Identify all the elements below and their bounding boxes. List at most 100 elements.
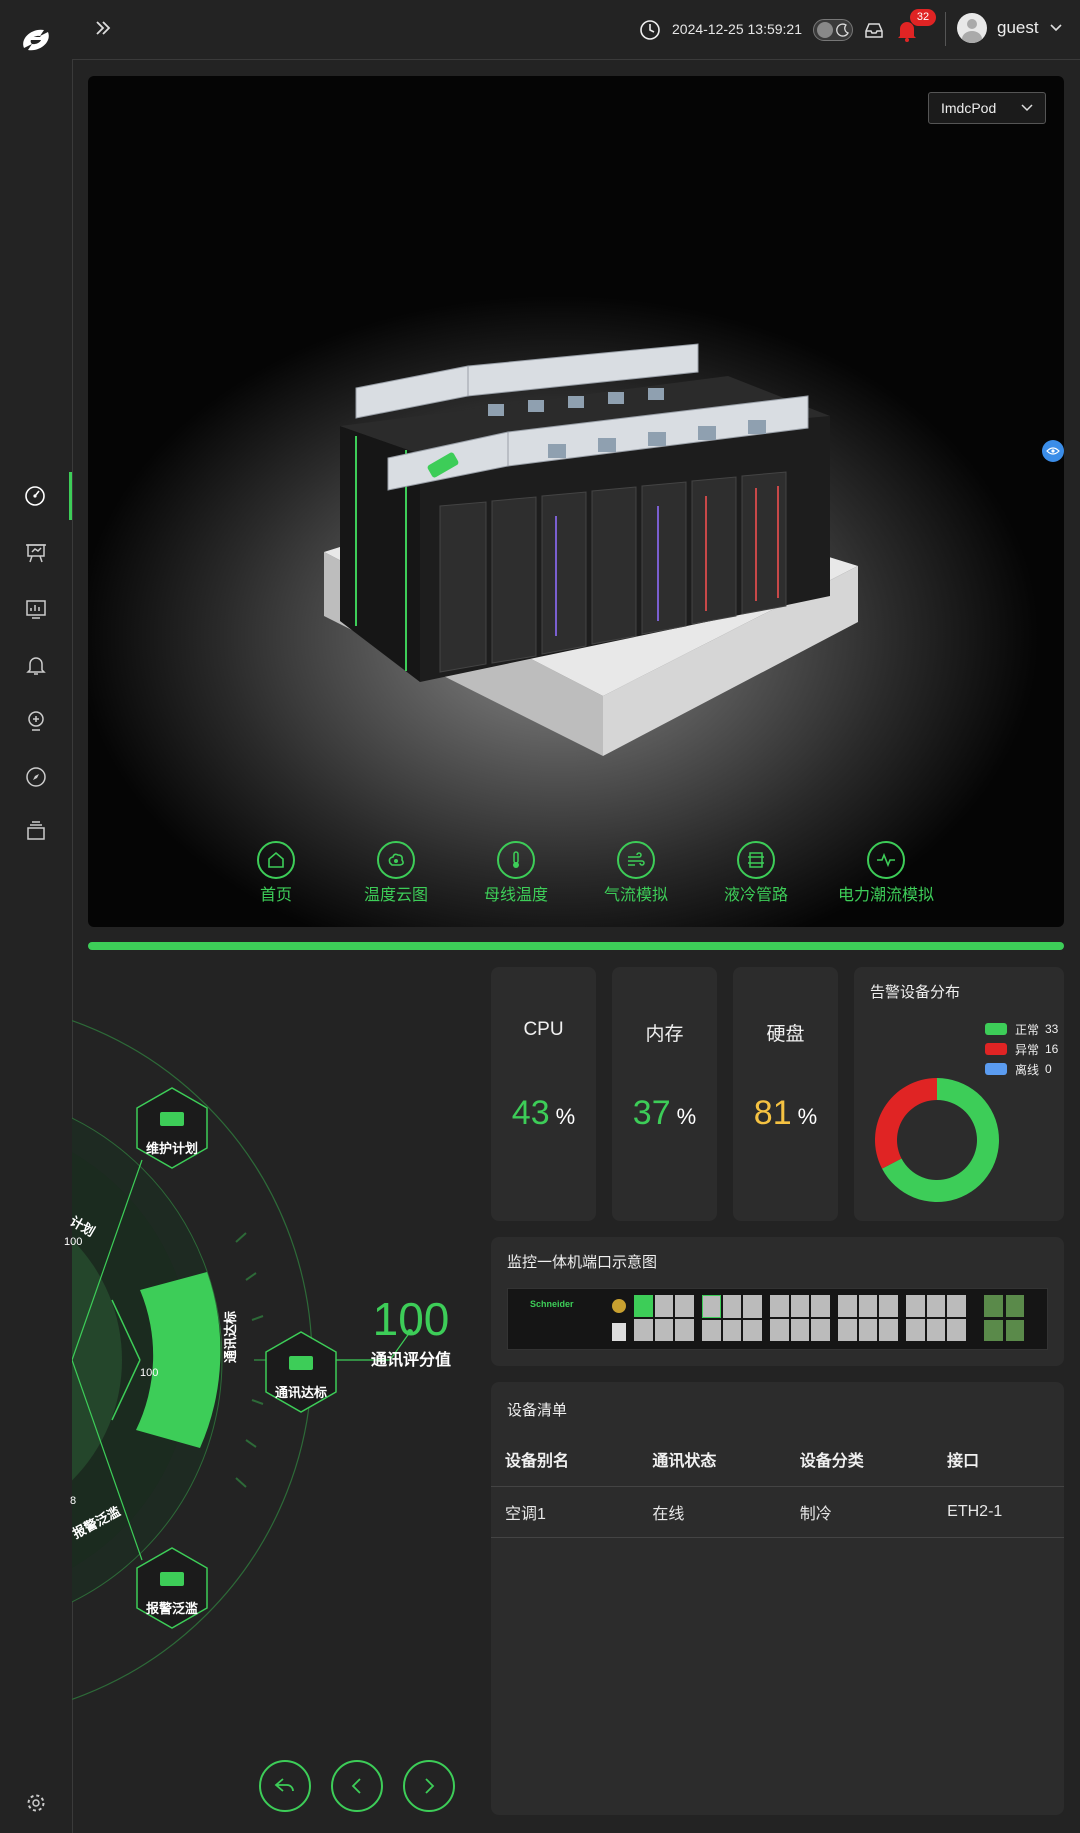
legend-value: 16 bbox=[1045, 1042, 1059, 1056]
memory-value-row: 37% bbox=[612, 1094, 717, 1133]
gauge-icon bbox=[24, 486, 45, 506]
top-bar: 2024-12-25 13:59:21 32 guest bbox=[72, 0, 1080, 60]
chevron-down-icon bbox=[1021, 104, 1033, 112]
legend-swatch bbox=[985, 1063, 1007, 1075]
previous-button[interactable] bbox=[331, 1760, 383, 1812]
power-flow-icon bbox=[867, 841, 905, 879]
data-center-pod-model[interactable] bbox=[88, 76, 1064, 927]
legend-value: 0 bbox=[1045, 1062, 1052, 1076]
partial-label-alarm-value: 8 bbox=[70, 1495, 77, 1507]
table-cell: 空调1 bbox=[491, 1486, 639, 1538]
sidebar-item-location[interactable] bbox=[0, 697, 72, 745]
alarm-distribution-card: 告警设备分布 正常 33 异常 16 离线 0 bbox=[854, 967, 1064, 1221]
sidebar-item-layers[interactable] bbox=[0, 807, 72, 855]
score-wheel-panel: 维护计划 通讯达标 报警泛滥 通讯达标 100 计划 100 报警泛滥 8 10… bbox=[64, 960, 472, 1833]
sidebar bbox=[0, 0, 73, 1833]
table-cell: 在线 bbox=[638, 1486, 786, 1538]
theme-toggle[interactable] bbox=[813, 19, 853, 41]
loading-progress-bar bbox=[88, 942, 1064, 950]
sidebar-item-dashboard[interactable] bbox=[0, 472, 72, 520]
disk-label: 硬盘 bbox=[766, 1024, 805, 1045]
alarm-donut-chart[interactable] bbox=[874, 1077, 1000, 1203]
device-table-wrapper: 设备别名 通讯状态 设备分类 接口 空调1 在线 制冷 ETH2-1 bbox=[491, 1432, 1064, 1538]
gear-icon bbox=[27, 1794, 45, 1812]
legend-label: 异常 bbox=[1015, 1042, 1040, 1057]
table-cell: 制冷 bbox=[785, 1486, 934, 1538]
sidebar-item-alarms[interactable] bbox=[0, 641, 72, 689]
column-header[interactable]: 通讯状态 bbox=[638, 1432, 786, 1487]
cpu-card: CPU 43% bbox=[491, 967, 596, 1221]
legend-normal[interactable]: 正常 33 bbox=[985, 1019, 1058, 1039]
legend-swatch bbox=[985, 1023, 1007, 1035]
home-icon bbox=[257, 841, 295, 879]
hex-comm-compliance[interactable]: 通讯达标 bbox=[266, 1382, 336, 1401]
sidebar-item-monitor[interactable] bbox=[0, 585, 72, 633]
column-header[interactable]: 设备别名 bbox=[491, 1432, 639, 1487]
column-header[interactable]: 设备分类 bbox=[785, 1432, 934, 1487]
sidebar-item-presentation[interactable] bbox=[0, 529, 72, 577]
user-menu[interactable]: guest bbox=[957, 13, 1063, 43]
tool-power-flow[interactable]: 电力潮流模拟 bbox=[821, 841, 951, 905]
pod-select[interactable]: ImdcPod bbox=[928, 92, 1046, 124]
compass-icon bbox=[26, 767, 46, 787]
ethernet-port-group-b bbox=[838, 1295, 1008, 1341]
sidebar-item-settings[interactable] bbox=[0, 1779, 72, 1827]
monitor-chart-icon bbox=[26, 600, 46, 619]
port-diagram-card: 监控一体机端口示意图 Schneider bbox=[491, 1237, 1064, 1366]
avatar bbox=[957, 13, 987, 43]
cpu-value: 43 bbox=[511, 1094, 550, 1132]
hex-maintenance-plan[interactable]: 维护计划 bbox=[137, 1138, 207, 1157]
tool-label: 温度云图 bbox=[363, 887, 428, 904]
tool-airflow[interactable]: 气流模拟 bbox=[581, 841, 691, 905]
inbox-icon[interactable] bbox=[864, 20, 884, 45]
tool-label: 电力潮流模拟 bbox=[837, 887, 934, 904]
sidebar-item-explore[interactable] bbox=[0, 753, 72, 801]
tool-temperature-cloud[interactable]: 温度云图 bbox=[341, 841, 451, 905]
pod-select-value: ImdcPod bbox=[941, 100, 997, 116]
back-button[interactable] bbox=[259, 1760, 311, 1812]
hex-alarm-flood[interactable]: 报警泛滥 bbox=[137, 1598, 207, 1617]
divider bbox=[945, 12, 946, 46]
chevron-right-icon bbox=[425, 1778, 435, 1794]
monitoring-unit-ports[interactable]: Schneider bbox=[507, 1288, 1048, 1350]
column-header[interactable]: 接口 bbox=[933, 1432, 1064, 1487]
partial-label-value: 100 bbox=[64, 1236, 83, 1248]
power-led bbox=[612, 1299, 626, 1313]
presentation-icon bbox=[26, 544, 46, 563]
app-logo-icon[interactable] bbox=[14, 18, 58, 62]
tool-label: 液冷管路 bbox=[723, 887, 788, 904]
table-cell: ETH2-1 bbox=[933, 1486, 1064, 1538]
legend-value: 33 bbox=[1045, 1022, 1059, 1036]
device-list-title: 设备清单 bbox=[507, 1402, 568, 1419]
moon-icon bbox=[836, 23, 849, 37]
donut-slice-异常[interactable] bbox=[875, 1078, 937, 1169]
next-button[interactable] bbox=[403, 1760, 455, 1812]
table-header-row: 设备别名 通讯状态 设备分类 接口 bbox=[491, 1432, 1064, 1487]
liquid-cooling-icon bbox=[737, 841, 775, 879]
memory-value: 37 bbox=[632, 1094, 671, 1132]
device-table: 设备别名 通讯状态 设备分类 接口 空调1 在线 制冷 ETH2-1 bbox=[491, 1432, 1064, 1538]
3d-scene-viewport[interactable]: ImdcPod 首页 温度云图 母线温度 气流模拟 液冷管路 电力潮流模拟 bbox=[88, 76, 1064, 927]
table-row[interactable]: 空调1 在线 制冷 ETH2-1 bbox=[491, 1486, 1064, 1538]
airflow-icon bbox=[617, 841, 655, 879]
memory-unit: % bbox=[676, 1104, 697, 1129]
tool-label: 气流模拟 bbox=[603, 887, 668, 904]
disk-value-row: 81% bbox=[733, 1094, 838, 1133]
comm-score-label: 通讯评分值 bbox=[370, 1352, 451, 1369]
cpu-value-row: 43% bbox=[491, 1094, 596, 1133]
username: guest bbox=[997, 18, 1039, 37]
legend-label: 正常 bbox=[1015, 1022, 1040, 1037]
legend-swatch bbox=[985, 1043, 1007, 1055]
cpu-unit: % bbox=[555, 1104, 576, 1129]
tool-liquid-cooling[interactable]: 液冷管路 bbox=[701, 841, 811, 905]
ethernet-port-group-a bbox=[634, 1295, 864, 1341]
tool-home[interactable]: 首页 bbox=[221, 841, 331, 905]
legend-offline[interactable]: 离线 0 bbox=[985, 1059, 1058, 1079]
tool-label: 首页 bbox=[259, 887, 292, 904]
terminal-blocks bbox=[984, 1295, 1024, 1341]
legend-abnormal[interactable]: 异常 16 bbox=[985, 1039, 1058, 1059]
visibility-toggle-eye-icon[interactable] bbox=[1042, 440, 1064, 462]
expand-sidebar-icon[interactable] bbox=[94, 18, 112, 43]
tool-busbar-temperature[interactable]: 母线温度 bbox=[461, 841, 571, 905]
notification-count-badge: 32 bbox=[910, 9, 936, 26]
